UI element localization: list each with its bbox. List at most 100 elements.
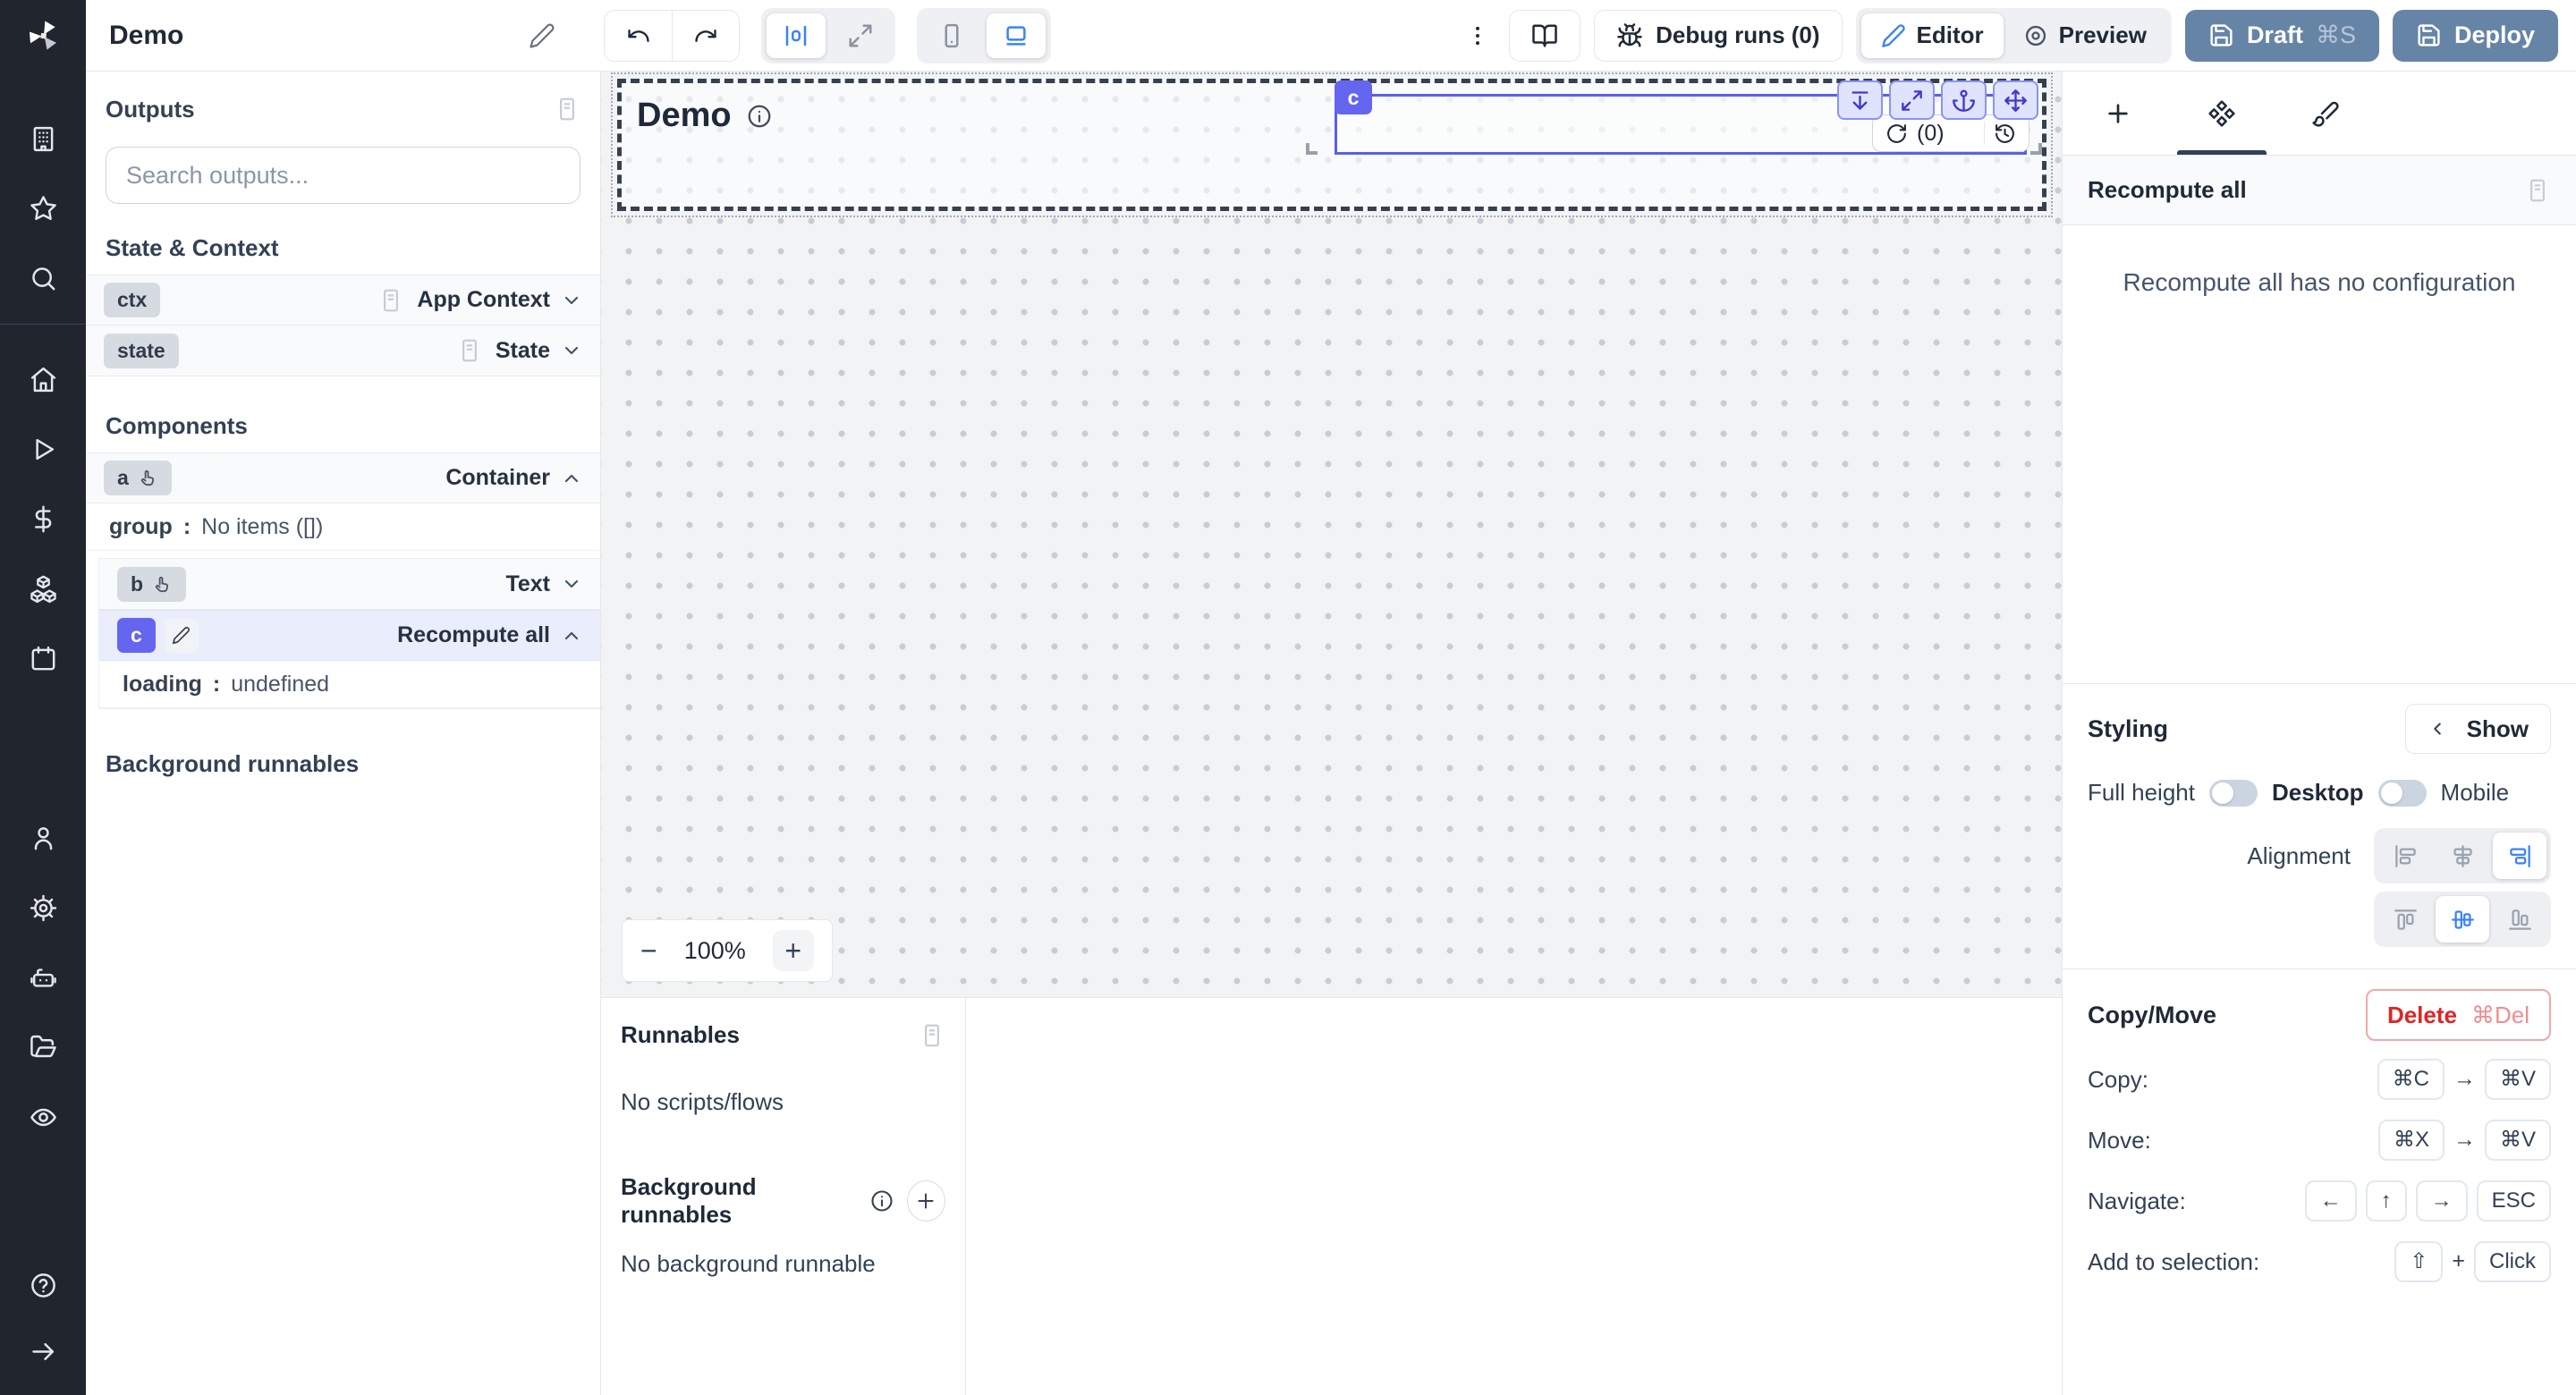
full-height-toggle[interactable]	[2209, 780, 2258, 807]
arrow-right-icon[interactable]	[0, 1320, 86, 1382]
chevron-up-icon[interactable]	[561, 468, 582, 489]
undo-button[interactable]	[605, 11, 672, 61]
fullscreen-button[interactable]	[1889, 80, 1935, 120]
panel-doc-icon[interactable]	[2524, 177, 2551, 204]
eye-icon[interactable]	[0, 1082, 86, 1152]
user-icon[interactable]	[0, 803, 86, 873]
output-row-ctx[interactable]: ctx App Context	[86, 275, 600, 326]
editor-preview-toggle: Editor Preview	[1856, 8, 2172, 63]
vertical-alignment-group	[2374, 892, 2551, 947]
mobile-view-button[interactable]	[922, 13, 981, 58]
show-styling-button[interactable]: Show	[2405, 704, 2551, 754]
chevron-up-icon[interactable]	[561, 625, 582, 647]
gear-icon[interactable]	[0, 873, 86, 943]
chevron-down-icon[interactable]	[561, 290, 582, 311]
full-width-button[interactable]	[831, 13, 890, 58]
zoom-out-button[interactable]: −	[640, 934, 657, 968]
tab-theme[interactable]	[2274, 72, 2377, 155]
state-type-label: State	[496, 338, 550, 364]
edit-component-icon[interactable]	[165, 619, 199, 653]
background-runnables-empty-text: No background runnable	[621, 1250, 945, 1278]
inspector-tabs	[2063, 72, 2576, 156]
inspector-header: Recompute all	[2063, 156, 2576, 225]
desktop-view-button[interactable]	[987, 13, 1046, 58]
info-icon[interactable]	[746, 103, 773, 130]
canvas-app-title: Demo	[637, 97, 773, 135]
history-icon[interactable]	[1994, 123, 2016, 145]
zoom-in-button[interactable]: +	[773, 930, 814, 971]
panel-doc-icon[interactable]	[919, 1022, 945, 1049]
more-menu-icon[interactable]	[1465, 23, 1490, 48]
debug-runs-button[interactable]: Debug runs (0)	[1594, 10, 1842, 62]
home-icon[interactable]	[0, 344, 86, 414]
component-row-b[interactable]: b Text	[99, 559, 600, 610]
edit-title-icon[interactable]	[529, 22, 555, 49]
outputs-title: Outputs	[106, 96, 195, 123]
undo-redo-group	[604, 10, 740, 62]
chevron-down-icon[interactable]	[561, 340, 582, 361]
deploy-button[interactable]: Deploy	[2393, 10, 2558, 62]
windmill-logo[interactable]	[0, 0, 86, 72]
component-a-prop-row[interactable]: group : No items ([])	[86, 503, 600, 551]
align-bottom-button[interactable]	[2493, 896, 2546, 943]
centered-width-button[interactable]	[767, 13, 826, 58]
app-canvas[interactable]: Demo c	[601, 72, 2062, 997]
draft-button[interactable]: Draft ⌘S	[2185, 10, 2379, 62]
panel-doc-icon[interactable]	[554, 96, 580, 123]
move-shortcut-row: Move: ⌘X → ⌘V	[2088, 1118, 2551, 1162]
resize-handle[interactable]	[1306, 143, 1318, 155]
docs-button[interactable]	[1509, 10, 1580, 62]
runnables-title: Runnables	[621, 1021, 740, 1049]
dollar-icon[interactable]	[0, 484, 86, 554]
desktop-toggle[interactable]	[2378, 780, 2427, 807]
desktop-label: Desktop	[2272, 779, 2364, 807]
delete-button[interactable]: Delete ⌘Del	[2366, 989, 2551, 1041]
search-icon[interactable]	[0, 243, 86, 313]
resize-handle[interactable]	[2030, 143, 2042, 155]
tab-insert[interactable]	[2066, 72, 2170, 155]
refresh-icon	[1885, 123, 1908, 145]
recompute-all-widget[interactable]: (0)	[1872, 114, 2029, 152]
preview-tab[interactable]: Preview	[2004, 13, 2166, 58]
deploy-label: Deploy	[2454, 21, 2535, 49]
add-background-runnable-button[interactable]	[907, 1180, 945, 1222]
align-right-button[interactable]	[2493, 833, 2546, 879]
boxes-icon[interactable]	[0, 554, 86, 623]
editor-tab[interactable]: Editor	[1861, 13, 2004, 58]
component-row-c[interactable]: c Recompute all	[99, 610, 600, 661]
canvas-width-group	[761, 8, 895, 63]
help-icon[interactable]	[0, 1250, 86, 1320]
search-outputs-input[interactable]	[106, 147, 580, 204]
redo-button[interactable]	[672, 11, 739, 61]
ctx-type-label: App Context	[417, 287, 550, 313]
app-editor: Demo	[0, 0, 2576, 1395]
component-c-prop-row[interactable]: loading : undefined	[99, 661, 600, 708]
align-center-horizontal-button[interactable]	[2436, 833, 2489, 879]
zoom-level: 100%	[684, 937, 746, 965]
component-c-badge: c	[117, 618, 156, 653]
navigate-shortcut-row: Navigate: ← ↑ → ESC	[2088, 1179, 2551, 1223]
folder-icon[interactable]	[0, 1012, 86, 1082]
building-icon[interactable]	[0, 104, 86, 173]
calendar-icon[interactable]	[0, 623, 86, 693]
expand-down-button[interactable]	[1837, 80, 1883, 120]
output-row-state[interactable]: state State	[86, 326, 600, 376]
draft-label: Draft	[2247, 21, 2303, 49]
play-icon[interactable]	[0, 414, 86, 484]
align-top-button[interactable]	[2378, 896, 2432, 943]
align-center-vertical-button[interactable]	[2436, 896, 2489, 943]
anchor-button[interactable]	[1941, 80, 1987, 120]
align-left-button[interactable]	[2378, 833, 2432, 879]
component-b-badge: b	[117, 567, 186, 602]
robot-icon[interactable]	[0, 943, 86, 1012]
kbd-arrow-left: ←	[2305, 1180, 2357, 1222]
tab-settings-component[interactable]	[2170, 72, 2274, 155]
chevron-down-icon[interactable]	[561, 573, 582, 595]
star-icon[interactable]	[0, 173, 86, 243]
component-row-a[interactable]: a Container	[86, 452, 600, 503]
selected-component-tag: c	[1335, 80, 1372, 114]
editor-label: Editor	[1917, 21, 1984, 49]
hand-pointer-icon	[138, 468, 158, 488]
move-button[interactable]	[1993, 80, 2038, 120]
info-icon	[869, 1188, 894, 1213]
